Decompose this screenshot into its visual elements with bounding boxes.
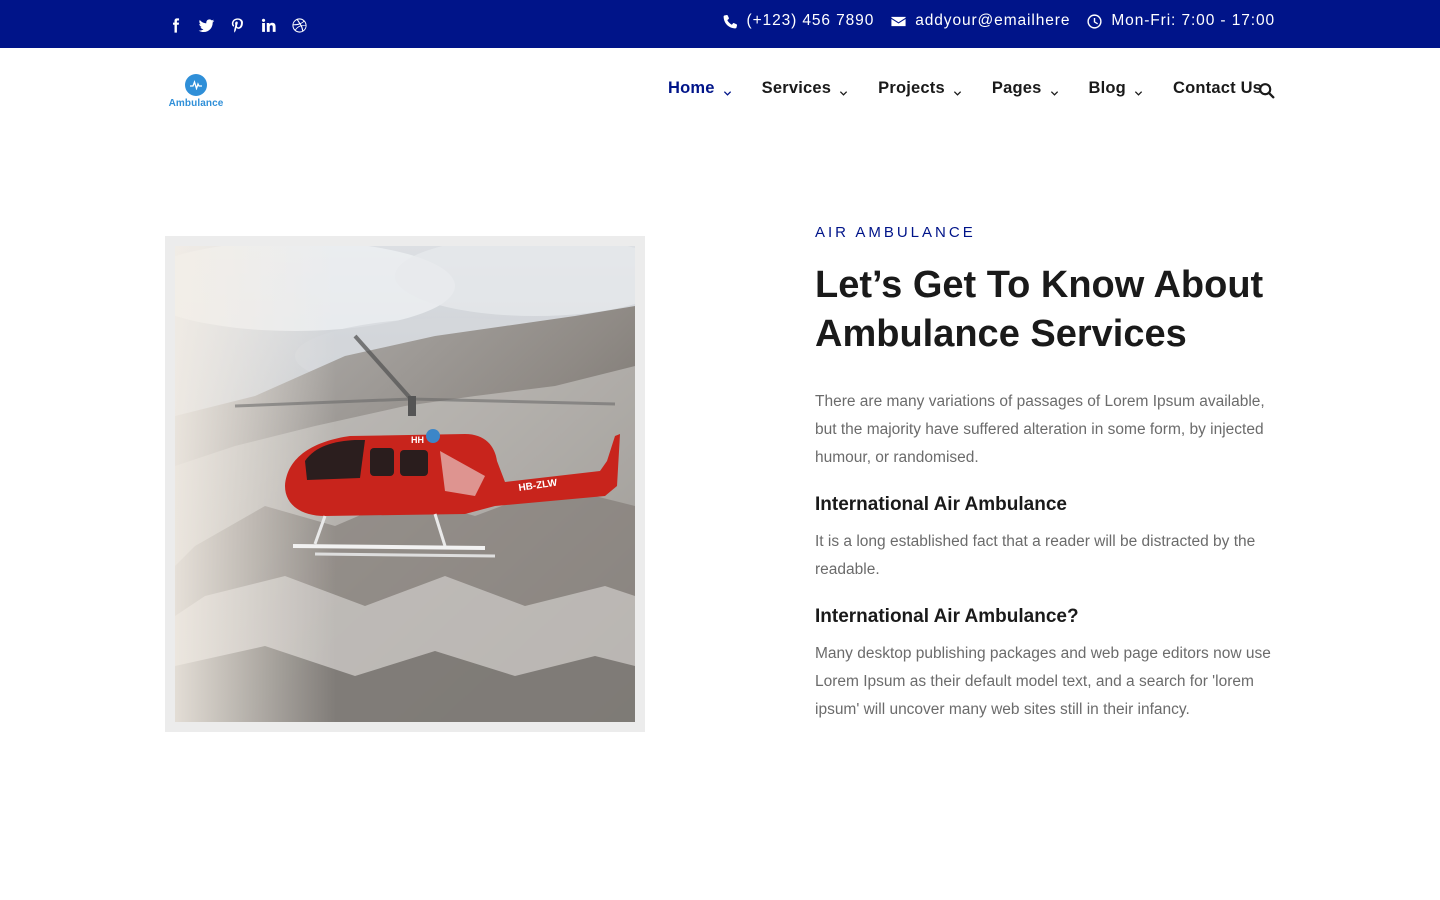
nav-label: Home xyxy=(668,79,715,97)
nav-label: Services xyxy=(761,79,832,97)
section-intro: There are many variations of passages of… xyxy=(815,393,1265,466)
helicopter-marking: HH xyxy=(411,435,424,445)
nav-item-contact-us[interactable]: Contact Us xyxy=(1173,79,1262,98)
block-text: Many desktop publishing packages and web… xyxy=(815,645,1271,718)
clock-icon xyxy=(1087,13,1102,29)
chevron-down-icon xyxy=(1050,84,1059,96)
pinterest-icon[interactable] xyxy=(227,15,247,35)
section-eyebrow: AIR AMBULANCE xyxy=(815,224,976,241)
nav-label: Contact Us xyxy=(1172,79,1263,97)
section-title: Let’s Get To Know About Ambulance Servic… xyxy=(815,264,1264,355)
social-links xyxy=(165,15,309,35)
block-heading: International Air Ambulance xyxy=(815,494,1067,515)
top-bar: (+123) 456 7890 addyour@emailhere Mon-Fr… xyxy=(0,0,1440,48)
logo-mark xyxy=(185,74,207,96)
phone-icon xyxy=(723,14,737,28)
nav-label: Pages xyxy=(991,79,1042,97)
facebook-icon[interactable] xyxy=(165,15,185,35)
nav-label: Projects xyxy=(878,79,945,97)
dribbble-icon[interactable] xyxy=(289,15,309,35)
about-section: AIR AMBULANCE Let’s Get To Know About Am… xyxy=(815,224,1275,724)
about-image-frame: HH HB-ZLW xyxy=(165,236,645,732)
main-nav: Home Services Projects Pages Blog Contac… xyxy=(668,79,1262,98)
chevron-down-icon xyxy=(839,84,848,96)
chevron-down-icon xyxy=(1134,84,1143,96)
block-heading: International Air Ambulance? xyxy=(815,606,1079,627)
nav-item-pages[interactable]: Pages xyxy=(992,79,1059,98)
phone-contact[interactable]: (+123) 456 7890 xyxy=(722,12,875,30)
opening-hours: Mon-Fri: 7:00 - 17:00 xyxy=(1111,12,1275,29)
chevron-down-icon xyxy=(723,84,732,96)
chevron-down-icon xyxy=(953,84,962,96)
nav-label: Blog xyxy=(1088,79,1126,97)
email-contact[interactable]: addyour@emailhere xyxy=(890,12,1070,30)
helicopter-photo: HH HB-ZLW xyxy=(175,246,635,722)
envelope-icon xyxy=(891,16,906,26)
email-address: addyour@emailhere xyxy=(915,12,1071,29)
block-text: It is a long established fact that a rea… xyxy=(815,533,1256,578)
nav-item-services[interactable]: Services xyxy=(762,79,849,98)
twitter-icon[interactable] xyxy=(196,15,216,35)
logo-text: Ambulance xyxy=(168,98,224,109)
hours-info: Mon-Fri: 7:00 - 17:00 xyxy=(1086,12,1275,30)
nav-item-home[interactable]: Home xyxy=(668,79,732,98)
linkedin-icon[interactable] xyxy=(258,15,278,35)
contact-info: (+123) 456 7890 addyour@emailhere Mon-Fr… xyxy=(722,12,1275,30)
site-logo[interactable]: Ambulance xyxy=(168,74,224,109)
nav-item-projects[interactable]: Projects xyxy=(878,79,962,98)
nav-item-blog[interactable]: Blog xyxy=(1089,79,1143,98)
search-icon[interactable] xyxy=(1258,82,1276,100)
phone-number: (+123) 456 7890 xyxy=(746,12,875,29)
